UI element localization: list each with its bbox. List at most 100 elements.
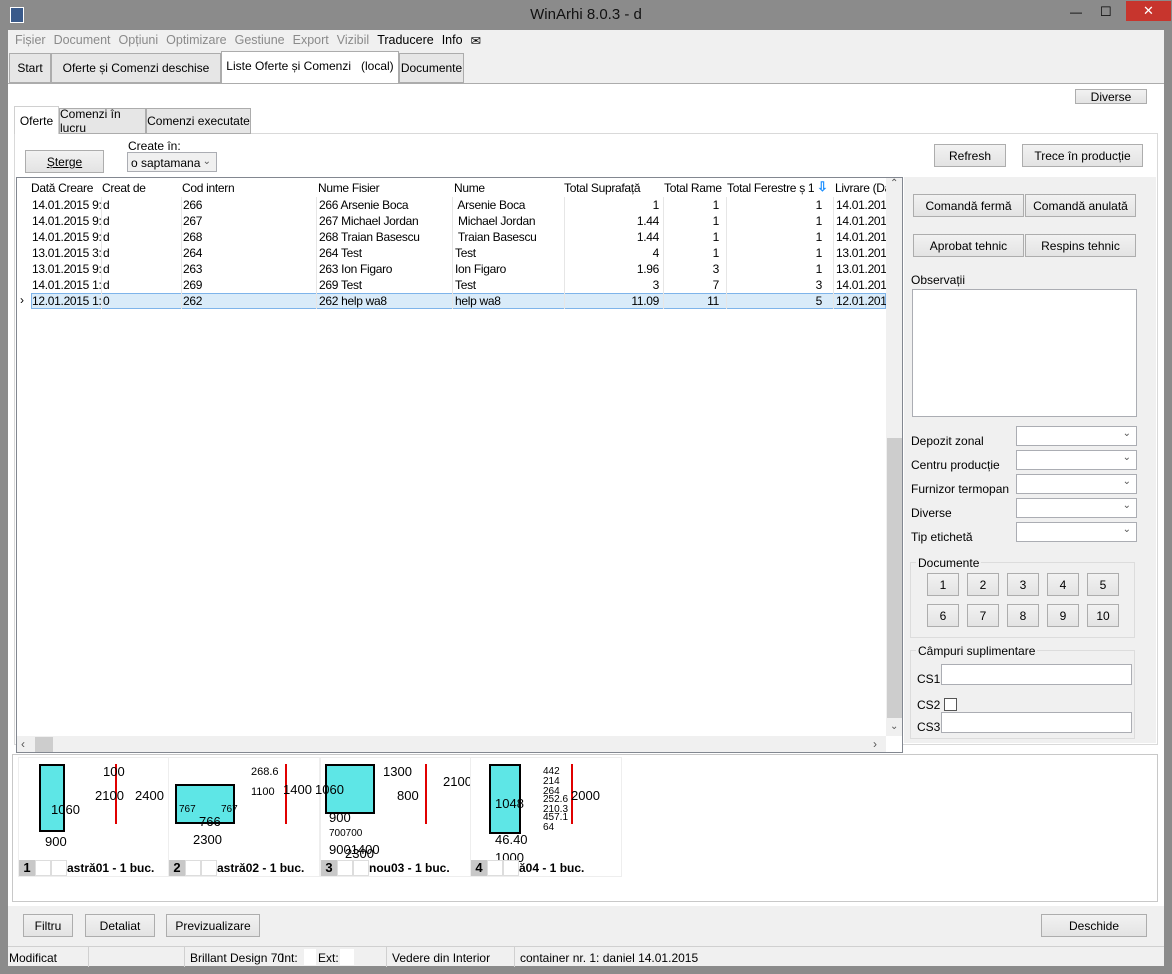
to-production-button[interactable]: Trece în producție bbox=[1022, 144, 1143, 167]
document-button[interactable]: 6 bbox=[927, 604, 959, 627]
field-select[interactable]: ⌄ bbox=[1016, 498, 1137, 518]
menu-optimize[interactable]: Optimizare bbox=[166, 33, 226, 47]
document-button[interactable]: 8 bbox=[1007, 604, 1039, 627]
refresh-button[interactable]: Refresh bbox=[934, 144, 1006, 167]
cs3-input[interactable] bbox=[941, 712, 1132, 733]
tab-offers[interactable]: Oferte bbox=[14, 106, 59, 134]
field-label: Centru producție bbox=[911, 458, 1000, 472]
documents-label: Documente bbox=[916, 556, 982, 570]
field-select[interactable]: ⌄ bbox=[1016, 474, 1137, 494]
table-cell: d bbox=[103, 246, 110, 260]
tab-documents[interactable]: Documente bbox=[399, 53, 464, 83]
menu-options[interactable]: Opțiuni bbox=[119, 33, 159, 47]
tab-orders-executed[interactable]: Comenzi executate bbox=[146, 108, 251, 134]
document-button[interactable]: 10 bbox=[1087, 604, 1119, 627]
created-in-select[interactable]: o saptamana ⌄ bbox=[127, 152, 217, 172]
close-button[interactable]: ✕ bbox=[1126, 1, 1171, 21]
dimension-label: 2100 bbox=[443, 774, 472, 789]
dimension-label: 767 bbox=[179, 804, 196, 815]
chevron-down-icon: ⌄ bbox=[1122, 476, 1131, 487]
offers-table: Dată Creare Creat de Cod intern Nume Fisier… bbox=[16, 177, 903, 753]
table-cell: 1 bbox=[815, 230, 822, 244]
status-ext: Ext: bbox=[318, 951, 339, 965]
document-button[interactable]: 5 bbox=[1087, 573, 1119, 596]
tab-offer-lists[interactable]: Liste Oferte și Comenzi (local) bbox=[221, 51, 399, 84]
table-cell: 263 Ion Figaro bbox=[319, 262, 393, 276]
table-cell: 269 bbox=[183, 278, 203, 292]
vertical-scrollbar[interactable]: ⌃ ⌄ bbox=[886, 178, 902, 736]
tab-start[interactable]: Start bbox=[9, 53, 51, 83]
chevron-down-icon: ⌄ bbox=[1122, 428, 1131, 439]
window-thumbnail[interactable]: 1300 800 2100 1060 900 700700 9001400 2300 3 nou0… bbox=[315, 757, 472, 877]
delete-button[interactable]: Șterge bbox=[25, 150, 104, 173]
column-header[interactable]: Nume Fisier bbox=[318, 181, 451, 195]
open-button[interactable]: Deschide bbox=[1041, 914, 1147, 937]
scroll-down-icon[interactable]: ⌄ bbox=[890, 721, 898, 732]
filter-button[interactable]: Filtru bbox=[23, 914, 73, 937]
row-indicator-icon: › bbox=[20, 293, 24, 307]
detailed-button[interactable]: Detaliat bbox=[85, 914, 155, 937]
document-button[interactable]: 2 bbox=[967, 573, 999, 596]
column-header[interactable]: Total Suprafață bbox=[564, 181, 662, 195]
menu-file[interactable]: Fișier bbox=[15, 33, 46, 47]
cs1-input[interactable] bbox=[941, 664, 1132, 685]
column-header[interactable]: Nume bbox=[454, 181, 564, 195]
field-select[interactable]: ⌄ bbox=[1016, 522, 1137, 542]
table-cell: 1 bbox=[712, 214, 719, 228]
column-header[interactable]: Creat de bbox=[102, 181, 180, 195]
cancel-order-button[interactable]: Comandă anulată bbox=[1025, 194, 1136, 217]
dimension-label: 46.40 bbox=[495, 832, 528, 847]
cs2-checkbox[interactable] bbox=[944, 698, 957, 711]
tech-approved-button[interactable]: Aprobat tehnic bbox=[913, 234, 1024, 257]
dimension-label: 2300 bbox=[345, 846, 374, 861]
table-cell: 1.44 bbox=[636, 214, 659, 228]
scroll-right-icon[interactable]: › bbox=[873, 737, 877, 751]
window-thumbnail[interactable]: 268.6 1100 1400 766 2300 767 767 2 astră02 - 1 b… bbox=[168, 757, 320, 877]
title-bar: WinArhi 8.0.3 - d — ☐ ✕ bbox=[0, 0, 1172, 30]
maximize-button[interactable]: ☐ bbox=[1100, 4, 1112, 20]
thumbnail-caption: 4 ă04 - 1 buc. bbox=[471, 860, 584, 876]
tech-rejected-button[interactable]: Respins tehnic bbox=[1025, 234, 1136, 257]
menu-info[interactable]: Info bbox=[442, 33, 463, 47]
mail-icon[interactable]: ✉ bbox=[471, 33, 481, 48]
table-cell: 14.01.2015 9: bbox=[32, 230, 102, 244]
sort-desc-icon[interactable]: ⇩ bbox=[817, 179, 828, 195]
created-in-label: Create în: bbox=[128, 139, 181, 153]
table-cell: Test bbox=[455, 278, 476, 292]
document-button[interactable]: 1 bbox=[927, 573, 959, 596]
chevron-down-icon: ⌄ bbox=[1122, 500, 1131, 511]
table-cell: 1.96 bbox=[636, 262, 659, 276]
minimize-button[interactable]: — bbox=[1070, 5, 1082, 19]
document-button[interactable]: 4 bbox=[1047, 573, 1079, 596]
column-header[interactable]: Total Ferestre ș 1 bbox=[727, 181, 825, 195]
column-header[interactable]: Dată Creare bbox=[31, 181, 101, 195]
tab-open-offers[interactable]: Oferte și Comenzi deschise bbox=[51, 53, 221, 83]
document-button[interactable]: 9 bbox=[1047, 604, 1079, 627]
window-thumbnail[interactable]: 100 2100 2400 1060 900 1 astră01 - 1 buc. bbox=[18, 757, 170, 877]
horizontal-scrollbar[interactable]: ‹ › bbox=[17, 736, 886, 752]
window-thumbnail[interactable]: 442 214 264 252.6 210.3 457.1 64 2000 1048 46.40 1… bbox=[470, 757, 622, 877]
field-select[interactable]: ⌄ bbox=[1016, 426, 1137, 446]
scroll-up-icon[interactable]: ⌃ bbox=[890, 178, 898, 189]
menu-manage[interactable]: Gestiune bbox=[235, 33, 285, 47]
menu-export[interactable]: Export bbox=[293, 33, 329, 47]
tab-orders-in-progress[interactable]: Comenzi în lucru bbox=[59, 107, 146, 135]
menu-visible[interactable]: Vizibil bbox=[337, 33, 369, 47]
h-scroll-thumb[interactable] bbox=[35, 737, 53, 752]
document-button[interactable]: 3 bbox=[1007, 573, 1039, 596]
notes-textarea[interactable] bbox=[912, 289, 1137, 417]
diverse-button[interactable]: Diverse bbox=[1075, 89, 1147, 104]
column-header[interactable]: Cod intern bbox=[182, 181, 315, 195]
menu-translate[interactable]: Traducere bbox=[377, 33, 434, 47]
table-cell: 267 Michael Jordan bbox=[319, 214, 419, 228]
scroll-left-icon[interactable]: ‹ bbox=[21, 737, 25, 751]
status-bar: Modificat Brillant Design 70 Int: Ext: V… bbox=[8, 946, 1164, 967]
menu-document[interactable]: Document bbox=[54, 33, 111, 47]
column-header[interactable]: Total Rame bbox=[664, 181, 722, 195]
notes-label: Observații bbox=[911, 273, 966, 287]
document-button[interactable]: 7 bbox=[967, 604, 999, 627]
firm-order-button[interactable]: Comandă fermă bbox=[913, 194, 1024, 217]
preview-button[interactable]: Previzualizare bbox=[166, 914, 260, 937]
field-select[interactable]: ⌄ bbox=[1016, 450, 1137, 470]
scroll-thumb[interactable] bbox=[887, 438, 902, 718]
